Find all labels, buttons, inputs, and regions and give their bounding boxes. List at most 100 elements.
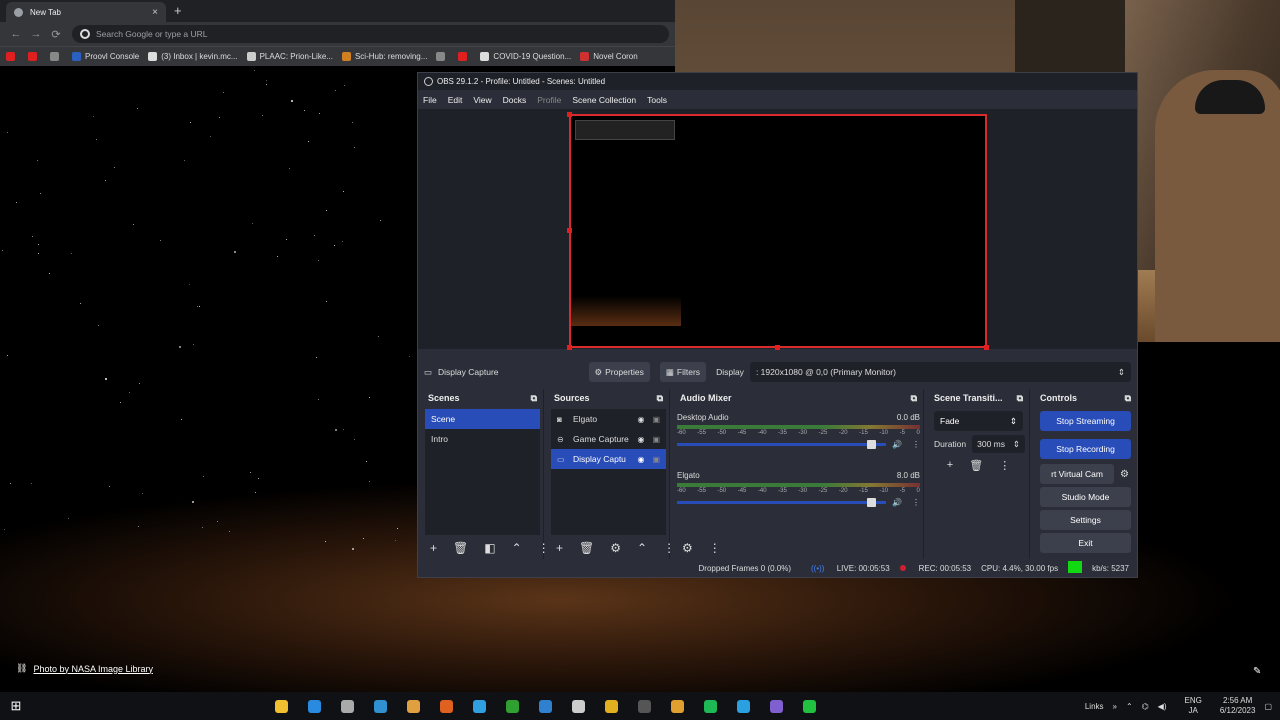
- language-indicator[interactable]: ENG JA: [1176, 696, 1202, 716]
- resize-handle[interactable]: [984, 345, 989, 350]
- eye-icon[interactable]: ◉: [637, 435, 644, 444]
- bookmark-item[interactable]: [458, 52, 471, 61]
- trash-icon[interactable]: 🗑: [579, 541, 594, 555]
- add-icon[interactable]: +: [947, 459, 953, 472]
- bookmark-item[interactable]: COVID-19 Question...: [480, 52, 571, 61]
- gear-icon[interactable]: ⚙: [610, 541, 621, 555]
- mail-icon[interactable]: [534, 696, 556, 716]
- notification-icon[interactable]: ▢: [1264, 702, 1272, 711]
- discord-icon[interactable]: [765, 696, 787, 716]
- source-item-display-capture[interactable]: ▭ Display Captu ◉ ▣: [551, 449, 666, 469]
- clock[interactable]: 2:56 AM 6/12/2023: [1211, 696, 1256, 716]
- app2-icon[interactable]: [567, 696, 589, 716]
- bookmark-item[interactable]: [28, 52, 41, 61]
- spin-icon[interactable]: ⇕: [1013, 439, 1020, 450]
- resize-handle[interactable]: [775, 345, 780, 350]
- exit-button[interactable]: Exit: [1040, 533, 1131, 553]
- undock-icon[interactable]: ⧉: [657, 393, 663, 404]
- undock-icon[interactable]: ⧉: [1125, 393, 1131, 404]
- resize-handle[interactable]: [567, 112, 572, 117]
- bookmark-item[interactable]: PLAAC: Prion-Like...: [246, 52, 333, 61]
- spotify-icon[interactable]: [699, 696, 721, 716]
- chrome-icon[interactable]: [600, 696, 622, 716]
- resize-handle[interactable]: [567, 345, 572, 350]
- overflow-icon[interactable]: »: [1113, 702, 1117, 711]
- speaker-icon[interactable]: 🔊: [892, 440, 902, 449]
- display-select[interactable]: : 1920x1080 @ 0,0 (Primary Monitor) ⇕: [749, 362, 1131, 382]
- skype-icon[interactable]: [732, 696, 754, 716]
- lock-icon[interactable]: ▣: [652, 415, 660, 424]
- menu-tools[interactable]: Tools: [647, 95, 667, 105]
- bookmark-item[interactable]: [6, 52, 19, 61]
- edge-icon[interactable]: [303, 696, 325, 716]
- app-icon[interactable]: [402, 696, 424, 716]
- properties-button[interactable]: ⚙ Properties: [588, 362, 650, 382]
- windows-start-icon[interactable]: ⊞: [0, 692, 32, 720]
- browser-tab[interactable]: New Tab ×: [6, 2, 166, 22]
- edit-pencil-icon[interactable]: ✎: [1253, 666, 1261, 677]
- volume-slider[interactable]: [677, 440, 887, 449]
- trash-icon[interactable]: 🗑: [453, 541, 468, 555]
- volume-slider[interactable]: [677, 498, 887, 507]
- volume-knob[interactable]: [866, 440, 876, 449]
- link-icon[interactable]: ⚙: [682, 541, 693, 555]
- eye-icon[interactable]: ◉: [637, 415, 644, 424]
- more-icon[interactable]: ⋮: [912, 440, 920, 449]
- eye-icon[interactable]: ◉: [637, 455, 644, 464]
- studio-mode-button[interactable]: Studio Mode: [1040, 487, 1131, 507]
- new-tab-button[interactable]: +: [174, 3, 182, 18]
- lock-icon[interactable]: ▣: [652, 455, 660, 464]
- filter-icon[interactable]: ◧: [484, 541, 495, 555]
- source-item-elgato[interactable]: ◙ Elgato ◉ ▣: [551, 409, 666, 429]
- menu-edit[interactable]: Edit: [448, 95, 463, 105]
- settings-button[interactable]: Settings: [1040, 510, 1131, 530]
- terminal-icon[interactable]: [501, 696, 523, 716]
- chevron-up-icon[interactable]: ⌃: [1126, 702, 1133, 711]
- app4-icon[interactable]: [798, 696, 820, 716]
- start-virtual-cam-button[interactable]: rt Virtual Cam: [1040, 464, 1115, 484]
- stop-recording-button[interactable]: Stop Recording: [1040, 439, 1131, 459]
- menu-scene-collection[interactable]: Scene Collection: [572, 95, 636, 105]
- bookmark-item[interactable]: Proovl Console: [72, 52, 139, 61]
- add-icon[interactable]: +: [430, 541, 437, 555]
- bookmark-item[interactable]: [436, 52, 449, 61]
- trash-icon[interactable]: 🗑: [969, 459, 983, 472]
- links-toolbar[interactable]: Links: [1085, 702, 1104, 711]
- gear-icon[interactable]: ⚙: [1120, 469, 1129, 480]
- undock-icon[interactable]: ⧉: [1017, 393, 1023, 404]
- more-icon[interactable]: ⋮: [709, 541, 721, 555]
- lock-icon[interactable]: ▣: [652, 435, 660, 444]
- volume-knob[interactable]: [866, 498, 876, 507]
- display-capture-preview[interactable]: [567, 112, 989, 350]
- resize-handle[interactable]: [567, 228, 572, 233]
- file-explorer-icon[interactable]: [270, 696, 292, 716]
- chevron-up-icon[interactable]: ⌃: [512, 541, 522, 555]
- source-item-game-capture[interactable]: ⊖ Game Capture ◉ ▣: [551, 429, 666, 449]
- scene-item-scene[interactable]: Scene: [425, 409, 540, 429]
- add-icon[interactable]: +: [556, 541, 563, 555]
- bookmark-item[interactable]: Sci-Hub: removing...: [341, 52, 427, 61]
- network-icon[interactable]: ⌬: [1142, 702, 1149, 711]
- scene-item-intro[interactable]: Intro: [425, 429, 540, 449]
- telegram-icon[interactable]: [468, 696, 490, 716]
- menu-view[interactable]: View: [473, 95, 491, 105]
- speaker-icon[interactable]: 🔊: [892, 498, 902, 507]
- obs-icon[interactable]: [633, 696, 655, 716]
- back-icon[interactable]: ←: [6, 28, 26, 40]
- app3-icon[interactable]: [666, 696, 688, 716]
- close-icon[interactable]: ×: [152, 7, 158, 18]
- chevron-up-icon[interactable]: ⌃: [637, 541, 647, 555]
- filters-button[interactable]: ▦ Filters: [659, 362, 707, 382]
- reload-icon[interactable]: ⟳: [46, 28, 66, 41]
- duration-input[interactable]: 300 ms ⇕: [972, 435, 1025, 453]
- bookmark-item[interactable]: [50, 52, 63, 61]
- transition-select[interactable]: Fade ⇕: [934, 411, 1023, 431]
- volume-icon[interactable]: ◀): [1158, 702, 1167, 711]
- more-icon[interactable]: ⋮: [999, 459, 1010, 472]
- obs-preview[interactable]: [418, 109, 1137, 350]
- undock-icon[interactable]: ⧉: [911, 393, 917, 404]
- more-icon[interactable]: ⋮: [912, 498, 920, 507]
- firefox-icon[interactable]: [435, 696, 457, 716]
- forward-icon[interactable]: →: [26, 28, 46, 40]
- menu-profile[interactable]: Profile: [537, 95, 561, 105]
